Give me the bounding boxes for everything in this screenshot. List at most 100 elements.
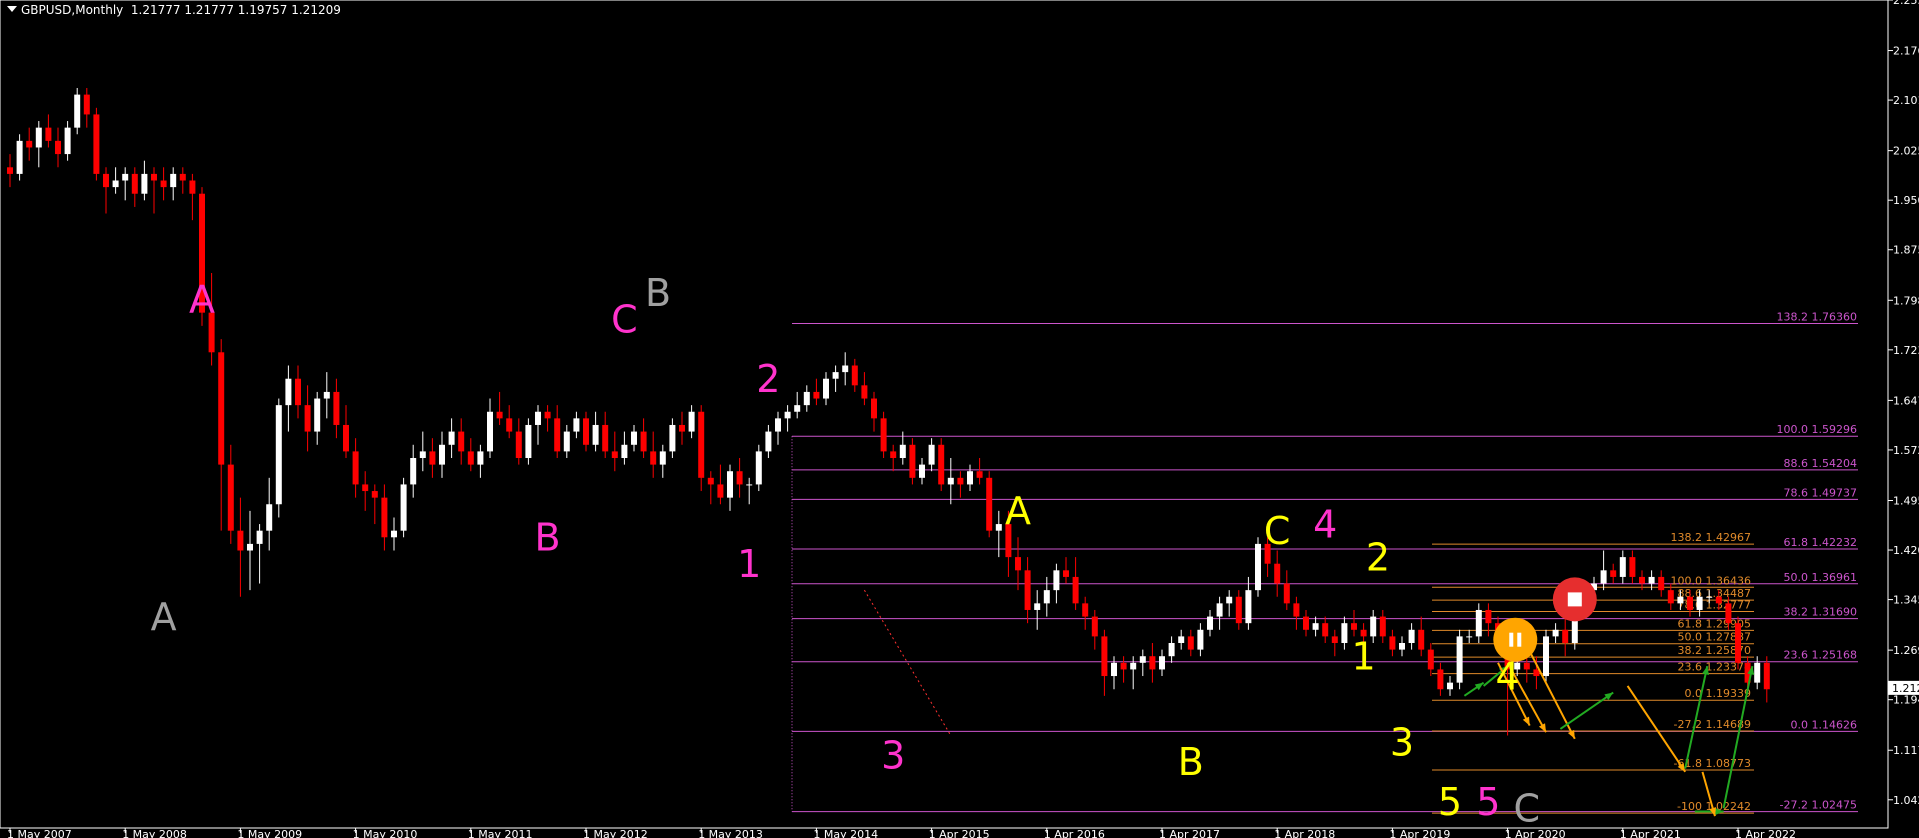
candle-body — [343, 424, 349, 452]
candle-body — [1677, 596, 1684, 604]
candle-body — [995, 524, 1002, 531]
candle-body — [16, 140, 23, 174]
candle-body — [928, 444, 935, 465]
wave-label: A — [151, 595, 177, 639]
candle-body — [1024, 570, 1031, 610]
candle-body — [602, 424, 609, 452]
candle-body — [1283, 583, 1290, 604]
fib-pink-label: 23.6 1.25168 — [1784, 649, 1857, 662]
y-axis-bg — [1889, 0, 1919, 838]
candle-body — [823, 378, 829, 399]
candle-body — [400, 484, 407, 531]
y-tick-label: 1.79870 — [1893, 294, 1919, 307]
x-tick-label: 1 May 2007 — [7, 828, 72, 838]
candle-body — [496, 411, 503, 419]
candle-body — [1456, 636, 1463, 683]
candle-body — [1178, 636, 1185, 644]
candle-body — [1341, 623, 1348, 644]
candle-body — [1101, 636, 1108, 677]
candle-body — [74, 94, 81, 128]
candle-body — [1667, 590, 1674, 604]
chevron-down-icon[interactable] — [7, 6, 17, 12]
candle-body — [83, 94, 90, 115]
candle-body — [871, 398, 877, 419]
wave-label: 2 — [1366, 535, 1390, 579]
candle-body — [1706, 596, 1713, 598]
candle-body — [621, 444, 628, 459]
candle-body — [592, 424, 599, 445]
candle-body — [1696, 596, 1703, 610]
fib-pink-label: 50.0 1.36961 — [1784, 571, 1857, 584]
fib-pink-label: 61.8 1.42232 — [1784, 536, 1857, 549]
candle-body — [391, 530, 397, 538]
x-tick-label: 1 Apr 2018 — [1274, 828, 1335, 838]
candle-body — [631, 431, 637, 445]
candle-body — [717, 484, 724, 498]
ohlc-values: 1.21777 1.21777 1.19757 1.21209 — [130, 3, 341, 17]
wave-label: B — [535, 516, 561, 560]
candle-body — [1437, 669, 1444, 690]
candle-body — [813, 391, 820, 399]
y-tick-label: 1.42070 — [1893, 544, 1919, 557]
y-tick-label: 1.72370 — [1893, 344, 1919, 357]
candle-body — [794, 405, 801, 412]
candle-body — [45, 127, 52, 141]
candle-body — [1351, 623, 1357, 630]
candle-body — [122, 173, 129, 181]
candle-body — [1216, 603, 1223, 617]
fib-orange-label: 0.0 1.19339 — [1685, 687, 1751, 700]
candle-body — [727, 471, 733, 498]
fib-pink-label: 100.0 1.59296 — [1777, 423, 1857, 436]
green-arrow-head — [1474, 682, 1484, 691]
candle-body — [650, 451, 657, 465]
x-tick-label: 1 May 2011 — [468, 828, 533, 838]
candle-body — [419, 451, 426, 459]
candle-body — [227, 464, 234, 531]
candle-body — [1312, 623, 1319, 630]
candle-body — [765, 431, 772, 452]
candle-body — [429, 451, 436, 465]
candle-body — [237, 530, 244, 551]
candle-body — [1034, 603, 1041, 610]
y-tick-label: 2.02520 — [1893, 145, 1919, 158]
candle-body — [986, 477, 993, 531]
candle-body — [1303, 616, 1309, 630]
pause-icon-bar — [1509, 632, 1514, 647]
candle-body — [381, 497, 388, 538]
y-tick-label: 1.26920 — [1893, 644, 1919, 657]
candle-body — [947, 477, 954, 485]
candle-body — [151, 173, 157, 181]
chart-title[interactable]: GBPUSD,Monthly 1.21777 1.21777 1.19757 1… — [7, 3, 341, 17]
candle-body — [967, 471, 973, 485]
candle-body — [295, 378, 301, 406]
fib-pink-label: 78.6 1.49737 — [1784, 486, 1857, 499]
fib-orange-label: 100.0 1.36436 — [1671, 574, 1751, 587]
candle-body — [1408, 629, 1415, 644]
candle-body — [1082, 603, 1089, 617]
candle-body — [26, 140, 33, 148]
candle-body — [1687, 596, 1693, 610]
candle-body — [487, 411, 493, 452]
wave-label: 5 — [1476, 780, 1500, 824]
candle-body — [611, 451, 618, 459]
wave-label: B — [645, 271, 671, 315]
candle-body — [1466, 636, 1473, 638]
dotted-trendline — [863, 589, 952, 736]
wave-label: 1 — [1352, 634, 1376, 678]
wave-label: C — [611, 297, 638, 341]
candle-body — [1159, 656, 1165, 670]
price-chart[interactable]: 138.2 1.76360 100.0 1.59296 88.6 1.54204 78… — [0, 0, 1919, 838]
candle-body — [1725, 603, 1732, 624]
candle-body — [1715, 596, 1722, 604]
y-tick-label: 1.19420 — [1893, 694, 1919, 707]
y-tick-label: 1.49570 — [1893, 494, 1919, 507]
candle-body — [1322, 623, 1329, 637]
candle-body — [1187, 636, 1194, 650]
y-tick-label: 1.34570 — [1893, 594, 1919, 607]
fib-pink-label: 0.0 1.14626 — [1791, 718, 1857, 731]
candle-body — [583, 418, 589, 445]
x-tick-label: 1 Apr 2020 — [1505, 828, 1566, 838]
candle-body — [938, 444, 945, 485]
drawings — [863, 577, 1755, 817]
candle-body — [515, 431, 522, 459]
